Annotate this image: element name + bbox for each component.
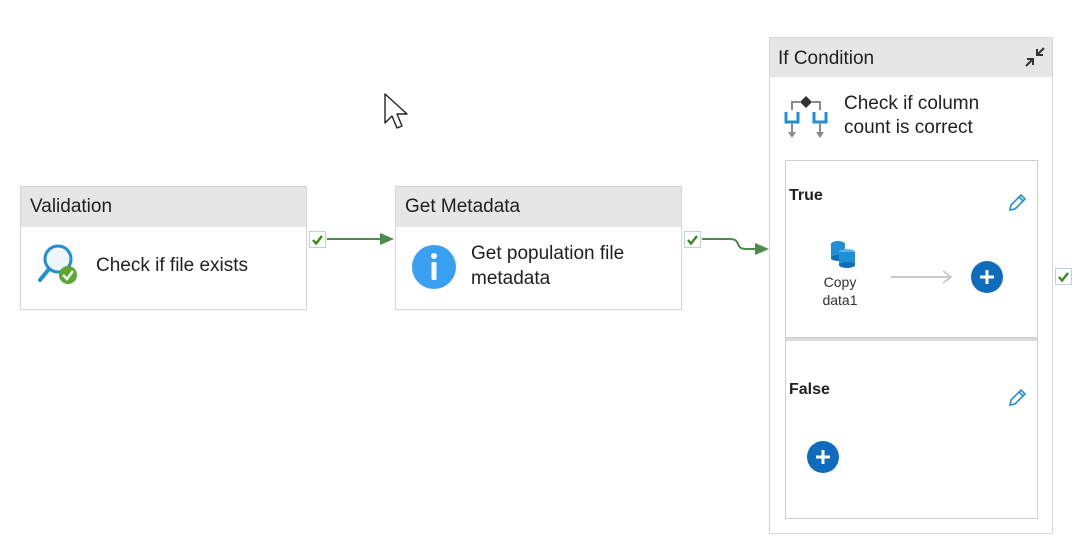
magnifier-check-icon [37, 243, 79, 292]
get-metadata-activity-description-line2: metadata [471, 268, 551, 289]
validation-activity-title: Validation [21, 187, 306, 227]
get-metadata-success-output[interactable] [684, 231, 701, 248]
false-branch-label: False [789, 381, 830, 398]
checkmark-icon [687, 235, 698, 246]
mouse-cursor-icon [384, 93, 408, 129]
connector-metadata-to-if [702, 238, 769, 255]
collapse-icon[interactable] [1022, 44, 1048, 70]
validation-success-output[interactable] [309, 231, 326, 248]
copy-data-icon[interactable] [828, 239, 858, 274]
true-branch[interactable]: True Copy data1 [785, 160, 1038, 338]
get-metadata-activity[interactable]: Get Metadata Get population file metadat… [395, 186, 682, 310]
info-icon [411, 244, 457, 295]
true-branch-label: True [789, 187, 823, 204]
add-activity-true-plus-circle-icon[interactable] [971, 261, 1003, 293]
if-condition-header: If Condition [770, 38, 1052, 77]
connector-validation-to-metadata [327, 233, 394, 245]
checkmark-icon [312, 235, 323, 246]
get-metadata-activity-title: Get Metadata [396, 187, 681, 227]
branch-icon [783, 94, 829, 145]
validation-activity-description: Check if file exists [96, 255, 249, 276]
edit-true-branch-pencil-icon[interactable] [1007, 193, 1027, 218]
add-activity-false-plus-circle-icon[interactable] [807, 441, 839, 473]
get-metadata-activity-description-line1: Get population file [471, 243, 625, 264]
if-condition-description-line2: count is correct [844, 117, 973, 138]
copy-data-name-line2: data1 [822, 292, 858, 308]
if-condition-activity[interactable]: If Condition Check if column count is co… [769, 37, 1053, 534]
false-branch[interactable]: False [785, 338, 1038, 519]
validation-activity[interactable]: Validation Check if file exists [20, 186, 307, 310]
if-condition-success-output[interactable] [1055, 268, 1072, 285]
if-condition-title: If Condition [778, 48, 875, 69]
if-condition-description-line1: Check if column [844, 93, 980, 114]
edit-false-branch-pencil-icon[interactable] [1007, 388, 1027, 413]
arrow-right-icon [891, 270, 953, 284]
copy-data-name-line1: Copy [823, 274, 857, 290]
checkmark-icon [1058, 272, 1069, 283]
